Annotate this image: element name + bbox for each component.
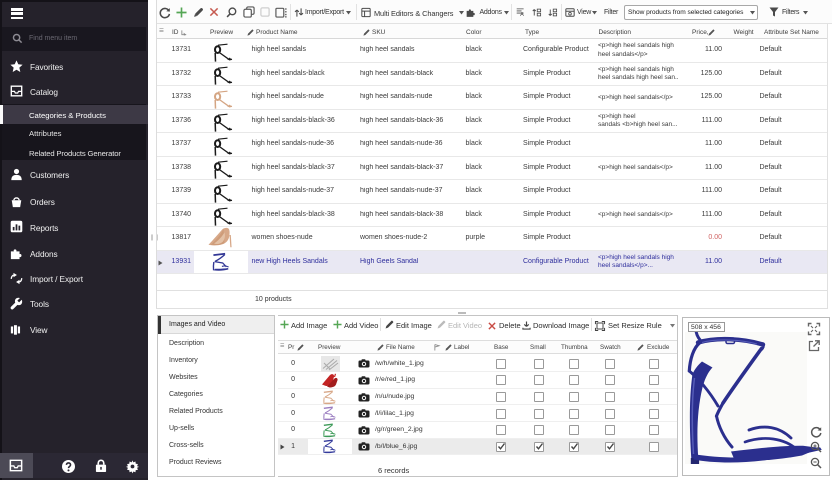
svg-text:A: A	[520, 12, 524, 18]
